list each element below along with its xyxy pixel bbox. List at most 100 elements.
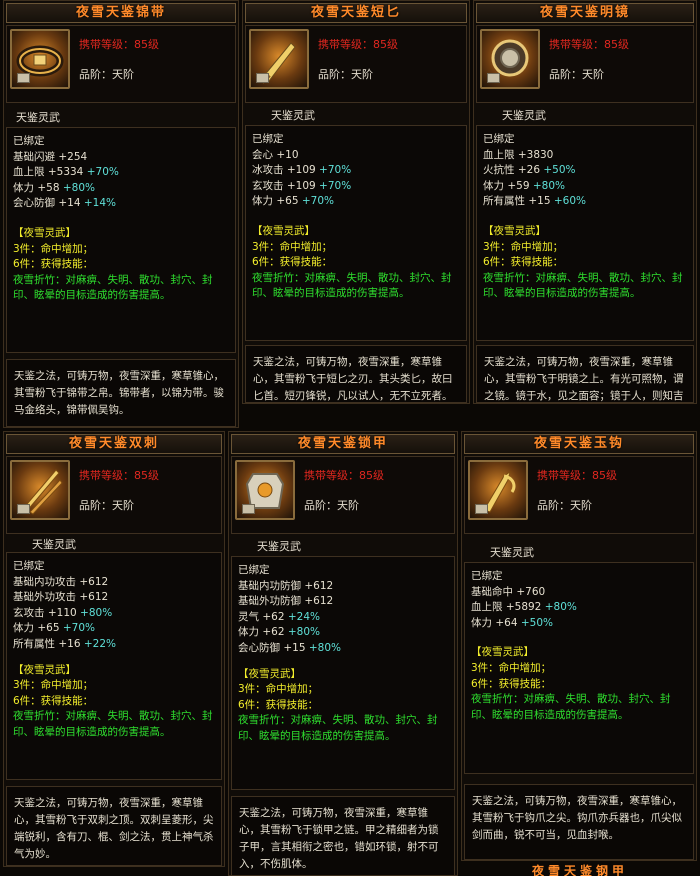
belt-icon[interactable] — [10, 29, 70, 89]
stat-row: 会心防御 +15 +80% — [238, 641, 341, 654]
claw-icon[interactable] — [468, 460, 528, 520]
set-bonus-6: 6件：获得技能： — [238, 698, 319, 711]
set-skill: 夜雪折竹：对麻痹、失明、散功、封穴、封印、眩晕的目标造成的伤害提高。 — [13, 710, 213, 738]
section-label: 天鉴灵武 — [502, 109, 546, 122]
item-title: 夜雪天鉴锁甲 — [231, 434, 455, 454]
bind-badge-icon — [487, 73, 500, 83]
mirror-icon[interactable] — [480, 29, 540, 89]
item-description: 天鉴之法，可铸万物，夜雪深重，寒草锥心，其雪粉飞于锁甲之链。甲之精细者为锁子甲，… — [231, 796, 455, 875]
set-bonus-6: 6件：获得技能： — [13, 258, 94, 271]
item-title: 夜雪天鉴锦带 — [6, 3, 236, 23]
set-title: 【夜雪灵武】 — [238, 667, 301, 680]
required-level: 携带等级：85级 — [318, 38, 398, 51]
item-header: 携带等级：85级 品阶：天阶 — [6, 456, 222, 534]
stat-row: 体力 +58 +80% — [13, 181, 95, 194]
stat-row: 会心 +10 — [252, 148, 299, 161]
required-level: 携带等级：85级 — [304, 469, 384, 482]
stats-panel: 已绑定 基础命中 +760 血上限 +5892 +80% 体力 +64 +50%… — [464, 562, 694, 774]
set-bonus-3: 3件：命中增加； — [238, 683, 319, 696]
bound-status: 已绑定 — [13, 135, 45, 147]
item-card-claw: 夜雪天鉴玉钩 携带等级：85级 品阶：天阶 天鉴灵武 已绑定 基础命中 +760… — [461, 431, 697, 861]
required-level: 携带等级：85级 — [79, 469, 159, 482]
item-header: 携带等级：85级 品阶：天阶 — [464, 456, 694, 534]
stat-row: 体力 +59 +80% — [483, 179, 565, 192]
item-grade: 品阶：天阶 — [79, 68, 134, 81]
set-skill: 夜雪折竹：对麻痹、失明、散功、封穴、封印、眩晕的目标造成的伤害提高。 — [238, 714, 438, 742]
stats-panel: 已绑定 基础闪避 +254 血上限 +5334 +70% 体力 +58 +80%… — [6, 127, 236, 353]
bind-badge-icon — [475, 504, 488, 514]
item-title: 夜雪天鉴明镜 — [476, 3, 694, 23]
bound-status: 已绑定 — [471, 570, 503, 582]
set-bonus-6: 6件：获得技能： — [13, 694, 94, 707]
item-card-mirror: 夜雪天鉴明镜 携带等级：85级 品阶：天阶 天鉴灵武 已绑定 血上限 +3830… — [473, 0, 697, 404]
item-grade: 品阶：天阶 — [537, 499, 592, 512]
set-bonus-3: 3件：命中增加； — [13, 242, 94, 255]
item-grade: 品阶：天阶 — [549, 68, 604, 81]
item-card-armor: 夜雪天鉴锁甲 携带等级：85级 品阶：天阶 天鉴灵武 已绑定 基础内功防御 +6… — [228, 431, 458, 876]
stat-row: 火抗性 +26 +50% — [483, 164, 576, 177]
stat-row: 会心防御 +14 +14% — [13, 197, 116, 210]
next-item-title-partial: 夜雪天鉴钢甲 — [531, 864, 628, 876]
set-bonus-6: 6件：获得技能： — [252, 256, 333, 269]
stat-row: 基础外功攻击 +612 — [13, 591, 109, 604]
item-card-dagger: 夜雪天鉴短匕 携带等级：85级 品阶：天阶 天鉴灵武 已绑定 会心 +10 冰攻… — [242, 0, 470, 404]
stat-row: 玄攻击 +109 +70% — [252, 179, 352, 192]
item-description: 天鉴之法，可铸万物，夜雪深重，寒草锥心，其雪粉飞于锦带之帛。锦带者，以锦为带。骏… — [6, 359, 236, 427]
bind-badge-icon — [256, 73, 269, 83]
stat-row: 所有属性 +16 +22% — [13, 637, 116, 650]
item-title: 夜雪天鉴双刺 — [6, 434, 222, 454]
set-bonus-3: 3件：命中增加； — [13, 679, 94, 692]
stat-row: 基础闪避 +254 — [13, 150, 88, 163]
stat-row: 体力 +65 +70% — [252, 195, 334, 208]
stat-row: 基础命中 +760 — [471, 585, 546, 598]
required-level: 携带等级：85级 — [537, 469, 617, 482]
bound-status: 已绑定 — [252, 133, 284, 145]
item-header: 携带等级：85级 品阶：天阶 — [245, 25, 467, 103]
set-bonus-6: 6件：获得技能： — [483, 256, 564, 269]
stats-panel: 已绑定 基础内功防御 +612 基础外功防御 +612 灵气 +62 +24% … — [231, 556, 455, 790]
item-grade: 品阶：天阶 — [318, 68, 373, 81]
set-skill: 夜雪折竹：对麻痹、失明、散功、封穴、封印、眩晕的目标造成的伤害提高。 — [13, 273, 213, 302]
item-title: 夜雪天鉴短匕 — [245, 3, 467, 23]
item-header: 携带等级：85级 品阶：天阶 — [231, 456, 455, 534]
set-bonus-6: 6件：获得技能： — [471, 677, 552, 690]
bind-badge-icon — [17, 504, 30, 514]
stat-row: 基础内功攻击 +612 — [13, 575, 109, 588]
item-header: 携带等级：85级 品阶：天阶 — [6, 25, 236, 103]
set-bonus-3: 3件：命中增加； — [252, 240, 333, 253]
item-card-belt: 夜雪天鉴锦带 携带等级：85级 品阶：天阶 天鉴灵武 已绑定 基础闪避 +254… — [3, 0, 239, 428]
section-label: 天鉴灵武 — [32, 538, 76, 551]
item-description: 天鉴之法，可铸万物，夜雪深重，寒草锥心，其雪粉飞于双刺之顶。双刺呈菱形，尖端锐利… — [6, 786, 222, 866]
bind-badge-icon — [242, 504, 255, 514]
stats-panel: 已绑定 基础内功攻击 +612 基础外功攻击 +612 玄攻击 +110 +80… — [6, 552, 222, 780]
required-level: 携带等级：85级 — [549, 38, 629, 51]
armor-icon[interactable] — [235, 460, 295, 520]
twin-blade-icon[interactable] — [10, 460, 70, 520]
bind-badge-icon — [17, 73, 30, 83]
item-header: 携带等级：85级 品阶：天阶 — [476, 25, 694, 103]
stat-row: 玄攻击 +110 +80% — [13, 606, 113, 619]
item-card-twin-blade: 夜雪天鉴双刺 携带等级：85级 品阶：天阶 天鉴灵武 已绑定 基础内功攻击 +6… — [3, 431, 225, 867]
stat-row: 所有属性 +15 +60% — [483, 195, 586, 208]
stat-row: 基础外功防御 +612 — [238, 595, 334, 608]
required-level: 携带等级：85级 — [79, 38, 159, 51]
stat-row: 灵气 +62 +24% — [238, 610, 320, 623]
bound-status: 已绑定 — [483, 133, 515, 145]
dagger-icon[interactable] — [249, 29, 309, 89]
stat-row: 血上限 +5892 +80% — [471, 601, 577, 614]
set-bonus-3: 3件：命中增加； — [483, 240, 564, 253]
stats-panel: 已绑定 会心 +10 冰攻击 +109 +70% 玄攻击 +109 +70% 体… — [245, 125, 467, 341]
stats-panel: 已绑定 血上限 +3830 火抗性 +26 +50% 体力 +59 +80% 所… — [476, 125, 694, 341]
set-title: 【夜雪灵武】 — [13, 663, 76, 676]
set-title: 【夜雪灵武】 — [252, 224, 315, 237]
section-label: 天鉴灵武 — [257, 540, 301, 553]
bound-status: 已绑定 — [238, 564, 270, 576]
stat-row: 基础内功防御 +612 — [238, 579, 334, 592]
stat-row: 血上限 +5334 +70% — [13, 166, 119, 179]
set-title: 【夜雪灵武】 — [483, 224, 546, 237]
set-skill: 夜雪折竹：对麻痹、失明、散功、封穴、封印、眩晕的目标造成的伤害提高。 — [471, 693, 671, 721]
item-description: 天鉴之法，可铸万物，夜雪深重，寒草锥心，其雪粉飞于钩爪之尖。钩爪亦兵器也，爪尖似… — [464, 784, 694, 860]
section-label: 天鉴灵武 — [271, 109, 315, 122]
item-grade: 品阶：天阶 — [79, 499, 134, 512]
item-title: 夜雪天鉴玉钩 — [464, 434, 694, 454]
